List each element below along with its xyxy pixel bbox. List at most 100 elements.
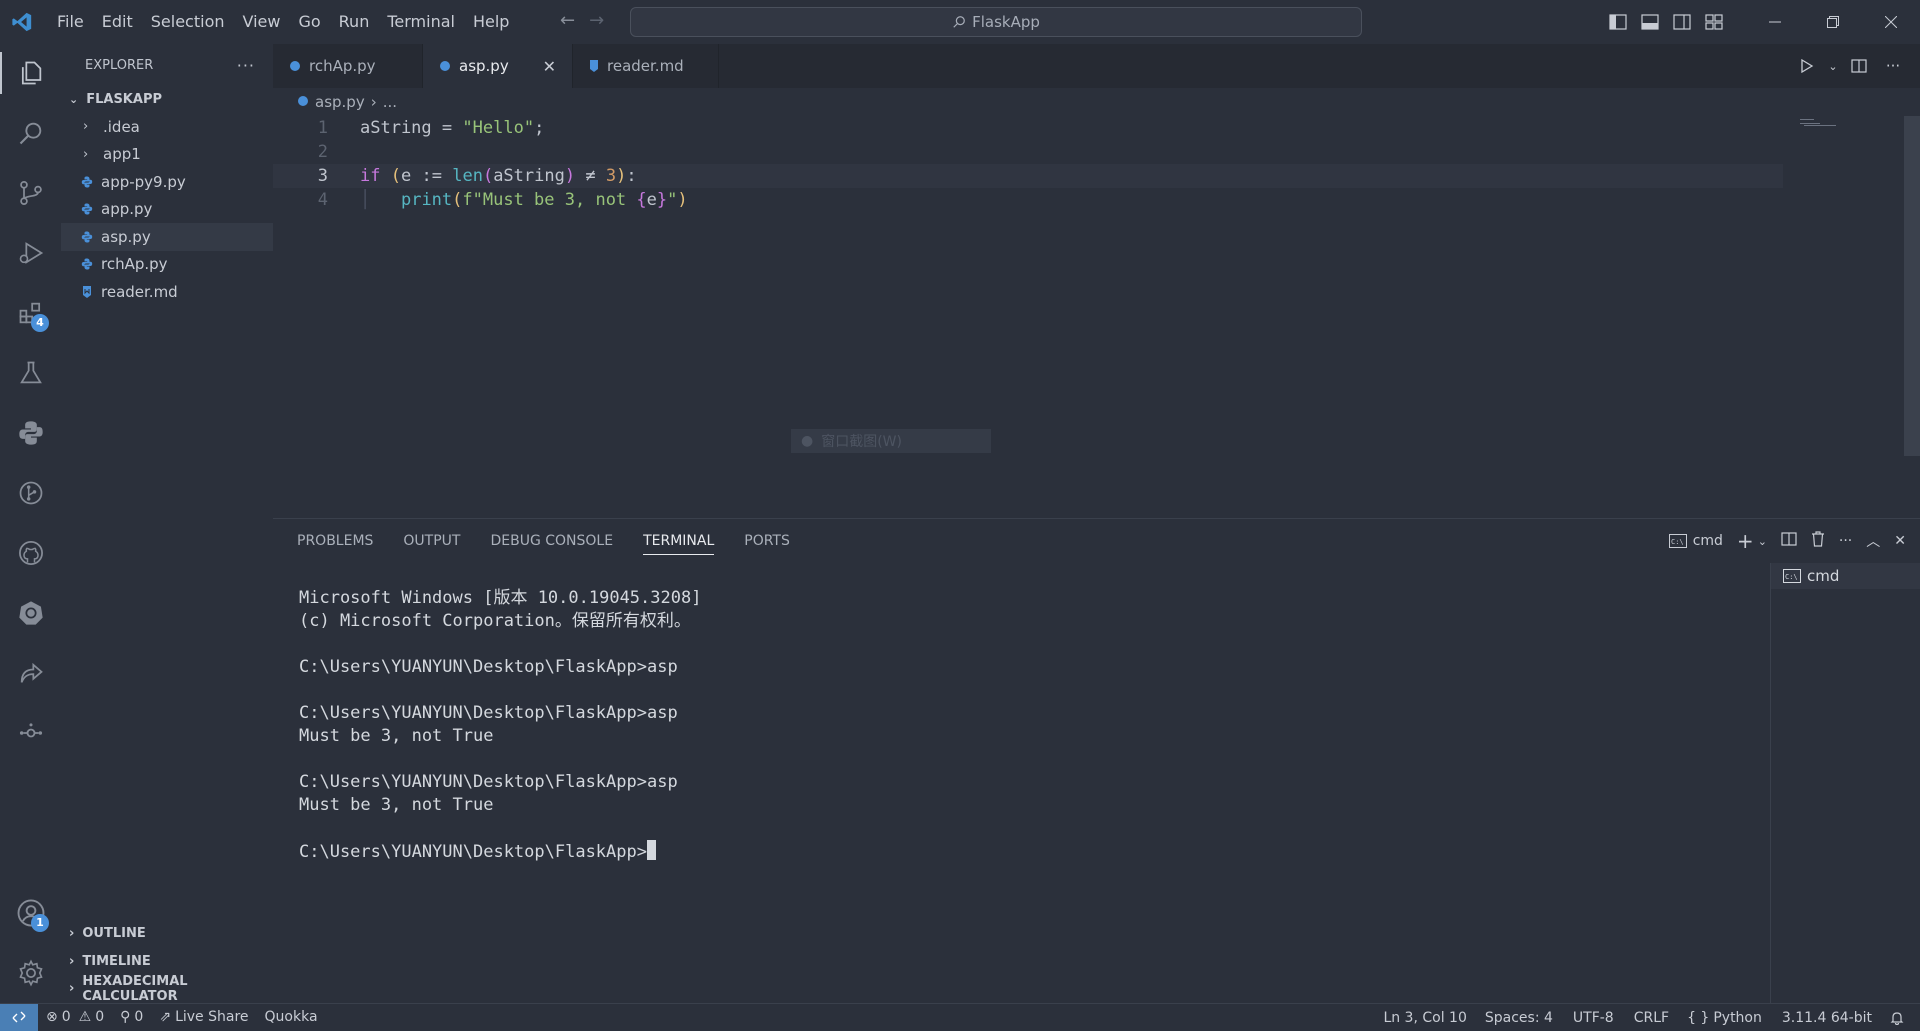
panel-tab-debug-console[interactable]: DEBUG CONSOLE [490, 519, 613, 563]
git-graph-icon[interactable] [0, 464, 61, 522]
terminal-output[interactable]: Microsoft Windows [版本 10.0.19045.3208] (c… [299, 587, 701, 864]
forward-arrow-icon[interactable]: → [589, 10, 604, 31]
tree-item-idea[interactable]: › .idea [61, 113, 273, 141]
source-control-icon[interactable] [0, 164, 61, 222]
code-line-current: 3 if (e := len(aString) ≠ 3): [273, 164, 1783, 188]
workspace-root[interactable]: ⌄ FLASKAPP [61, 86, 273, 113]
menu-selection[interactable]: Selection [142, 0, 234, 44]
minimap[interactable] [1800, 116, 1840, 136]
tree-item-app[interactable]: app.py [61, 196, 273, 224]
accounts-icon[interactable]: 1 [0, 884, 61, 942]
python-interpreter[interactable]: 3.11.4 64-bit [1770, 1010, 1884, 1026]
menu-terminal[interactable]: Terminal [378, 0, 464, 44]
section-outline[interactable]: › OUTLINE [61, 920, 273, 947]
tree-item-app-py9[interactable]: app-py9.py [61, 168, 273, 196]
close-window-icon[interactable] [1862, 0, 1920, 44]
terminal-line: C:\Users\YUANYUN\Desktop\FlaskApp>asp [299, 703, 678, 723]
language-mode[interactable]: { } Python [1679, 1010, 1770, 1026]
terminal-list-item[interactable]: C:\ cmd [1771, 563, 1920, 589]
tree-item-label: reader.md [101, 282, 178, 301]
cursor-position[interactable]: Ln 3, Col 10 [1375, 1010, 1474, 1026]
restore-icon[interactable] [1804, 0, 1862, 44]
more-actions-icon[interactable]: ··· [1878, 57, 1908, 75]
tree-item-label: app1 [103, 145, 141, 164]
toggle-panel-icon[interactable] [1634, 0, 1666, 44]
live-share-status[interactable]: ⇗ Live Share [151, 1009, 256, 1025]
tree-item-app1[interactable]: › app1 [61, 141, 273, 169]
customize-layout-icon[interactable] [1698, 0, 1730, 44]
breadcrumb-file[interactable]: asp.py [315, 93, 365, 111]
menu-edit[interactable]: Edit [93, 0, 142, 44]
chevron-right-icon: › [370, 93, 377, 111]
panel-tab-ports[interactable]: PORTS [744, 519, 790, 563]
problems-status[interactable]: ⊗ 0 ⚠ 0 [38, 1009, 112, 1025]
panel-tab-terminal[interactable]: TERMINAL [643, 519, 715, 563]
explorer-icon[interactable] [0, 44, 61, 102]
extensions-icon[interactable]: 4 [0, 284, 61, 342]
breadcrumb-symbols[interactable]: ... [383, 93, 397, 111]
live-share-icon[interactable] [0, 644, 61, 702]
svg-text:C:\: C:\ [1671, 538, 1684, 546]
kubernetes-icon[interactable] [0, 584, 61, 642]
section-timeline[interactable]: › TIMELINE [61, 948, 273, 975]
menu-view[interactable]: View [234, 0, 290, 44]
chevron-right-icon: › [83, 146, 89, 162]
python-icon[interactable] [0, 404, 61, 462]
more-actions-icon[interactable]: ··· [237, 56, 255, 75]
run-file-icon[interactable] [1792, 59, 1822, 73]
command-center-search[interactable]: FlaskApp [630, 7, 1362, 37]
chevron-down-icon[interactable]: ⌄ [1826, 60, 1840, 73]
menu-help[interactable]: Help [464, 0, 518, 44]
editor-scrollbar[interactable] [1904, 116, 1920, 456]
toggle-secondary-sidebar-icon[interactable] [1666, 0, 1698, 44]
close-panel-icon[interactable]: ✕ [1894, 533, 1906, 549]
tree-item-rchap[interactable]: rchAp.py [61, 251, 273, 279]
split-editor-icon[interactable] [1844, 59, 1874, 73]
chevron-down-icon[interactable]: ⌄ [1758, 535, 1767, 548]
end-of-line[interactable]: CRLF [1624, 1010, 1679, 1026]
menu-file[interactable]: File [48, 0, 93, 44]
tab-reader[interactable]: reader.md [573, 44, 719, 88]
explorer-sidebar: EXPLORER ··· ⌄ FLASKAPP › .idea › app1 a… [61, 44, 273, 1004]
section-hex-calculator[interactable]: › HEXADECIMAL CALCULATOR [61, 973, 273, 1004]
ports-status[interactable]: ⚲ 0 [112, 1009, 151, 1025]
breadcrumb: asp.py › ... [273, 88, 397, 116]
panel-tab-output[interactable]: OUTPUT [403, 519, 460, 563]
remote-indicator-icon[interactable] [0, 1003, 38, 1031]
encoding[interactable]: UTF-8 [1563, 1010, 1624, 1026]
section-hex-calculator-label: HEXADECIMAL CALCULATOR [82, 973, 188, 1004]
new-terminal-icon[interactable]: + [1737, 529, 1754, 553]
tab-label: reader.md [607, 57, 684, 75]
toggle-primary-sidebar-icon[interactable] [1602, 0, 1634, 44]
quokka-status[interactable]: Quokka [257, 1009, 326, 1025]
minimize-icon[interactable] [1746, 0, 1804, 44]
bell-icon[interactable] [1884, 1011, 1920, 1025]
split-terminal-icon[interactable] [1781, 532, 1797, 550]
warning-icon: ⚠ [78, 1009, 92, 1025]
tab-rchap[interactable]: rchAp.py [273, 44, 423, 88]
close-tab-icon[interactable]: ✕ [543, 57, 556, 76]
tree-item-label: app-py9.py [101, 172, 186, 191]
maximize-panel-icon[interactable]: ︿ [1866, 531, 1880, 551]
testing-flask-icon[interactable] [0, 344, 61, 402]
gear-icon[interactable] [0, 944, 61, 1002]
tree-item-asp[interactable]: asp.py [61, 223, 273, 251]
terminal-icon: C:\ [1783, 569, 1801, 583]
more-actions-icon[interactable]: ··· [1839, 533, 1852, 549]
tab-asp[interactable]: asp.py ✕ [423, 44, 573, 88]
search-icon [953, 16, 965, 28]
github-icon[interactable] [0, 524, 61, 582]
menu-go[interactable]: Go [289, 0, 329, 44]
gitlens-icon[interactable] [0, 704, 61, 762]
run-debug-icon[interactable] [0, 224, 61, 282]
panel-tab-problems[interactable]: PROBLEMS [297, 519, 373, 563]
search-icon[interactable] [0, 104, 61, 162]
code-editor[interactable]: 1 aString = "Hello"; 2 3 if (e := len(aS… [273, 116, 1920, 518]
back-arrow-icon[interactable]: ← [560, 10, 575, 31]
indentation[interactable]: Spaces: 4 [1475, 1010, 1563, 1026]
terminal-shell-selector[interactable]: C:\ cmd [1668, 533, 1723, 549]
tree-item-reader[interactable]: reader.md [61, 278, 273, 306]
tab-label: rchAp.py [309, 57, 376, 75]
trash-icon[interactable] [1811, 531, 1825, 551]
menu-run[interactable]: Run [330, 0, 379, 44]
